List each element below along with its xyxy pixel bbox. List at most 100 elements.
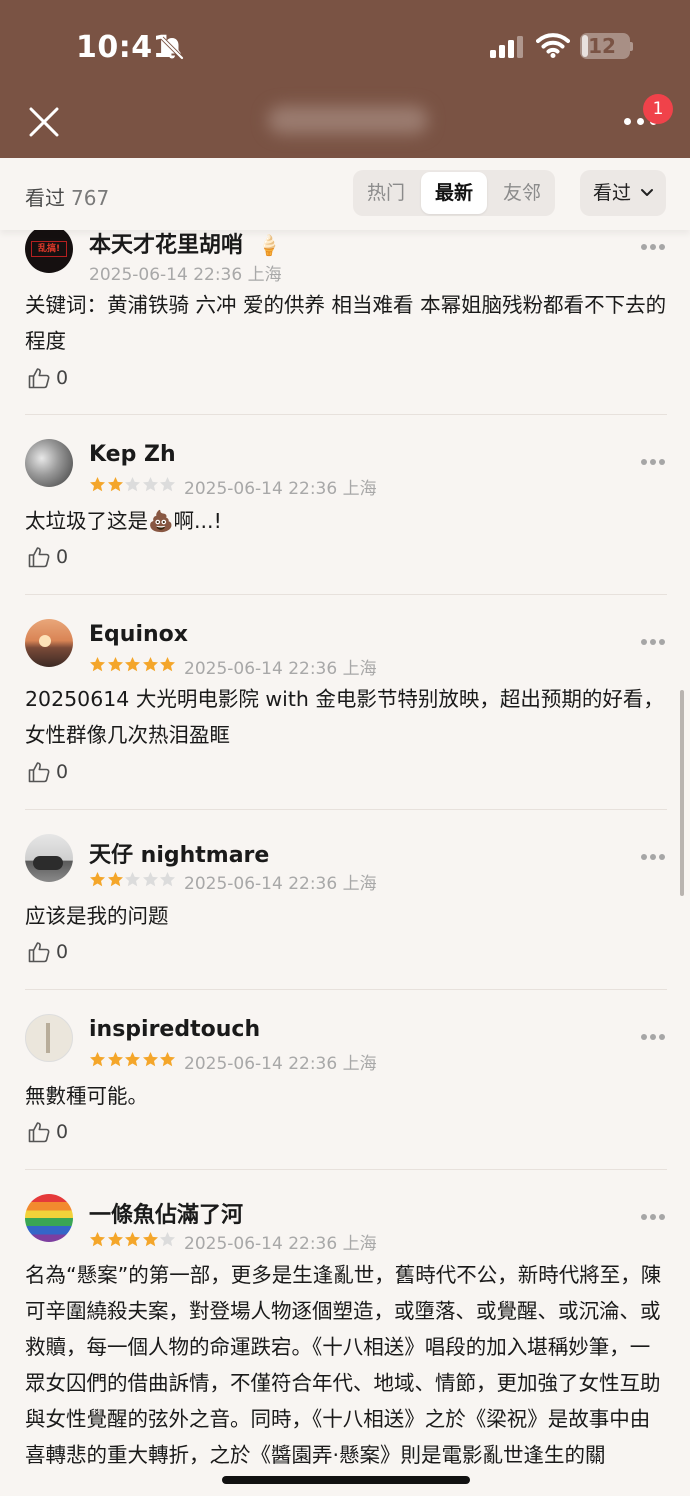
tab-friends[interactable]: 友邻 [489,170,555,216]
ice-cream-emoji: 🍦 [256,233,282,257]
star-empty-icon [142,477,158,492]
star-filled-icon [107,477,123,492]
review-more-button[interactable] [641,637,667,647]
thumbs-up-icon [28,1122,50,1143]
close-icon[interactable] [26,104,62,140]
star-rating [89,656,177,674]
chevron-down-icon [641,189,653,196]
divider [25,989,667,990]
avatar-sun [39,635,51,647]
avatar[interactable] [25,619,73,667]
avatar-motorbike [33,856,63,870]
star-empty-icon [125,477,140,492]
review-item: Kep Zh 2025-06-14 22:36 上海 太垃圾了这是💩啊...! … [0,439,690,595]
review-content: 应该是我的问题 [25,904,169,928]
watched-count: 看过 767 [25,182,109,211]
star-filled-icon [90,1232,105,1247]
star-filled-icon [107,657,123,672]
review-item: 一條魚佔滿了河 2025-06-14 22:36 上海 名為“懸案”的第一部，更… [0,1194,690,1496]
avatar[interactable]: 乱搞! [25,225,73,273]
review-username[interactable]: 一條魚佔滿了河 [89,1197,243,1229]
like-count: 0 [56,367,69,389]
star-empty-icon [160,1232,175,1247]
battery-tip [630,42,633,51]
avatar[interactable] [25,1014,73,1062]
divider [25,1169,667,1170]
star-empty-icon [160,872,175,887]
avatar[interactable] [25,834,73,882]
home-indicator[interactable] [222,1476,470,1484]
star-filled-icon [125,657,140,672]
blurred-title [268,106,428,134]
like-count: 0 [56,1121,69,1143]
review-item: inspiredtouch 2025-06-14 22:36 上海 無數種可能。… [0,1014,690,1170]
divider [25,414,667,415]
tab-latest[interactable]: 最新 [421,172,487,214]
review-timestamp: 2025-06-14 22:36 上海 [184,874,377,894]
divider [25,594,667,595]
star-filled-icon [125,1052,140,1067]
star-filled-icon [160,1052,175,1067]
review-timestamp: 2025-06-14 22:36 上海 [89,265,282,285]
review-content: 太垃圾了这是💩啊...! [25,509,222,533]
review-more-button[interactable] [641,852,667,862]
review-username[interactable]: inspiredtouch [89,1017,260,1042]
star-rating [89,1051,177,1069]
avatar[interactable] [25,439,73,487]
star-filled-icon [107,1052,123,1067]
review-username[interactable]: 本天才花里胡哨 🍦 [89,227,282,259]
wifi-icon [536,33,570,58]
review-username-text: 本天才花里胡哨 [89,233,244,258]
scrollbar[interactable] [680,690,684,896]
top-header: 10:41 12 1 [0,0,690,158]
star-filled-icon [142,1052,158,1067]
avatar-calligraphy [46,1023,50,1053]
review-more-button[interactable] [641,242,667,252]
bell-slash-icon [160,36,184,60]
star-filled-icon [142,1232,158,1247]
thumbs-up-icon [28,368,50,389]
star-filled-icon [160,657,175,672]
review-item: 乱搞! 本天才花里胡哨 🍦 2025-06-14 22:36 上海 关键词：黄浦… [0,225,690,415]
review-username[interactable]: Equinox [89,622,188,647]
star-rating [89,871,177,889]
review-timestamp: 2025-06-14 22:36 上海 [184,1054,377,1074]
star-rating [89,1231,177,1249]
review-timestamp: 2025-06-14 22:36 上海 [184,479,377,499]
review-username[interactable]: 天仔 nightmare [89,837,269,869]
star-filled-icon [90,1052,105,1067]
watched-filter-dropdown[interactable]: 看过 [580,170,666,216]
cellular-signal-icon [490,36,523,58]
star-filled-icon [125,1232,140,1247]
review-more-button[interactable] [641,1032,667,1042]
star-filled-icon [142,657,158,672]
tab-hot[interactable]: 热门 [353,170,419,216]
filter-bar: 看过 767 热门 最新 友邻 看过 [0,158,690,230]
thumbs-up-icon [28,547,50,568]
avatar[interactable] [25,1194,73,1242]
star-empty-icon [125,872,140,887]
star-filled-icon [107,872,123,887]
review-username[interactable]: Kep Zh [89,442,176,467]
notification-badge: 1 [643,94,673,124]
star-filled-icon [90,477,105,492]
review-content: 無數種可能。 [25,1084,148,1108]
star-filled-icon [90,657,105,672]
thumbs-up-icon [28,762,50,783]
star-empty-icon [142,872,158,887]
review-more-button[interactable] [641,457,667,467]
like-count: 0 [56,546,69,568]
star-empty-icon [160,477,175,492]
avatar-text: 乱搞! [31,241,67,257]
thumbs-up-icon [28,942,50,963]
star-rating [89,476,177,494]
watched-filter-label: 看过 [593,182,632,204]
review-content: 20250614 大光明电影院 with 金电影节特别放映，超出预期的好看，女性… [25,687,664,747]
review-timestamp: 2025-06-14 22:36 上海 [184,659,377,679]
star-filled-icon [90,872,105,887]
review-item: 天仔 nightmare 2025-06-14 22:36 上海 应该是我的问题… [0,834,690,990]
watched-count-label: 看过 [25,186,65,210]
review-more-button[interactable] [641,1212,667,1222]
like-count: 0 [56,761,69,783]
divider [25,809,667,810]
